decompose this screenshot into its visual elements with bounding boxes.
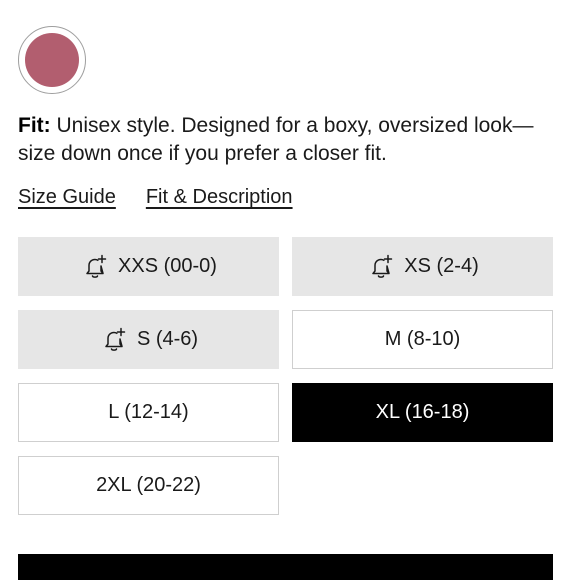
size-label: 2XL (20-22) — [96, 474, 201, 496]
size-option-l[interactable]: L (12-14) — [18, 383, 279, 442]
size-option-xs[interactable]: XS (2-4) — [292, 237, 553, 296]
size-guide-link[interactable]: Size Guide — [18, 184, 116, 210]
product-options-panel: Fit: Unisex style. Designed for a boxy, … — [0, 0, 580, 580]
bell-plus-icon — [372, 254, 393, 278]
fit-description: Fit: Unisex style. Designed for a boxy, … — [18, 112, 566, 168]
color-swatch-fill — [25, 33, 79, 87]
size-option-s[interactable]: S (4-6) — [18, 310, 279, 369]
fit-description-link[interactable]: Fit & Description — [146, 184, 293, 210]
fit-label: Fit: — [18, 114, 51, 137]
size-label: XXS (00-0) — [118, 255, 217, 277]
size-option-xxs[interactable]: XXS (00-0) — [18, 237, 279, 296]
size-selector: XXS (00-0) XS (2-4) S (4-6) M (8-10) L (… — [18, 237, 553, 515]
size-label: L (12-14) — [108, 401, 189, 423]
size-label: S (4-6) — [136, 328, 199, 350]
size-option-m[interactable]: M (8-10) — [292, 310, 553, 369]
add-to-bag-button[interactable] — [18, 554, 553, 580]
size-label: XL (16-18) — [375, 401, 470, 423]
size-label: M (8-10) — [384, 328, 461, 350]
info-links: Size Guide Fit & Description — [18, 184, 293, 210]
bell-plus-icon — [86, 254, 107, 278]
size-option-2xl[interactable]: 2XL (20-22) — [18, 456, 279, 515]
bell-plus-icon — [105, 327, 126, 351]
color-swatch-selected[interactable] — [18, 26, 86, 94]
size-label: XS (2-4) — [404, 255, 479, 277]
size-option-xl[interactable]: XL (16-18) — [292, 383, 553, 442]
fit-text: Unisex style. Designed for a boxy, overs… — [18, 114, 534, 165]
